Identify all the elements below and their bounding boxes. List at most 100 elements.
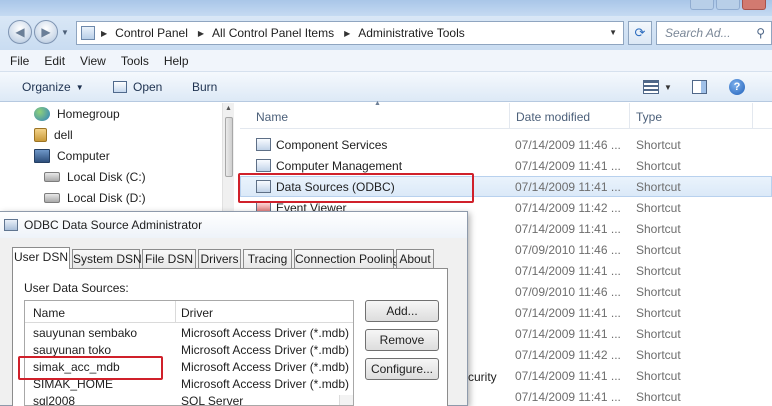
scroll-thumb[interactable]	[225, 117, 233, 177]
file-type: Shortcut	[636, 390, 681, 404]
file-type: Shortcut	[636, 348, 681, 362]
file-date: 07/14/2009 11:42 ...	[515, 201, 621, 215]
menu-bar: File Edit View Tools Help	[0, 50, 772, 72]
help-icon: ?	[729, 79, 745, 95]
dsn-driver: Microsoft Access Driver (*.mdb)	[181, 343, 350, 357]
file-date: 07/09/2010 11:46 ...	[515, 285, 621, 299]
close-button[interactable]	[742, 0, 766, 10]
column-type[interactable]: Type	[636, 110, 662, 124]
help-button[interactable]: ?	[729, 78, 745, 96]
column-divider[interactable]	[629, 103, 630, 129]
breadcrumb-item[interactable]: All Control Panel Items	[212, 26, 334, 40]
nav-item-label: Computer	[57, 149, 110, 163]
dsn-driver: Microsoft Access Driver (*.mdb)	[181, 360, 350, 374]
column-divider[interactable]	[509, 103, 510, 129]
dsn-driver: Microsoft Access Driver (*.mdb)	[181, 377, 350, 391]
forward-arrow-icon: ▶	[41, 25, 51, 39]
forward-button[interactable]: ▶	[34, 20, 58, 44]
file-date: 07/14/2009 11:41 ...	[515, 222, 621, 236]
navigation-scrollbar[interactable]: ▲	[222, 103, 234, 213]
column-name[interactable]: Name	[256, 110, 288, 124]
search-input[interactable]: Search Ad... ⚲	[656, 21, 772, 45]
recent-pages-dropdown-icon[interactable]: ▼	[61, 28, 69, 37]
file-type: Shortcut	[636, 201, 681, 215]
nav-item-local-disk-c[interactable]: Local Disk (C:)	[44, 170, 146, 184]
breadcrumb-item[interactable]: Control Panel	[115, 26, 188, 40]
tab-connection-pooling[interactable]: Connection Pooling	[294, 249, 399, 268]
dsn-row[interactable]: sauyunan sembako Microsoft Access Driver…	[25, 325, 353, 342]
menu-view[interactable]: View	[80, 54, 106, 68]
menu-file[interactable]: File	[10, 54, 29, 68]
column-name[interactable]: Name	[33, 306, 65, 320]
nav-item-homegroup[interactable]: Homegroup	[34, 107, 120, 121]
navigation-pane: Homegroup dell Computer Local Disk (C:) …	[0, 103, 222, 213]
nav-item-computer[interactable]: Computer	[34, 149, 110, 163]
preview-pane-button[interactable]	[692, 78, 707, 96]
file-type: Shortcut	[636, 180, 681, 194]
tab-about[interactable]: About	[396, 249, 434, 268]
disk-icon	[44, 172, 60, 182]
file-date: 07/14/2009 11:41 ...	[515, 159, 621, 173]
preview-pane-icon	[692, 80, 707, 94]
homegroup-icon	[34, 107, 50, 121]
change-view-button[interactable]	[643, 78, 659, 96]
minimize-button[interactable]	[690, 0, 714, 10]
file-date: 07/14/2009 11:41 ...	[515, 306, 621, 320]
column-divider[interactable]	[752, 103, 753, 129]
scroll-up-icon[interactable]: ▲	[225, 105, 232, 112]
address-dropdown-icon[interactable]: ▼	[609, 28, 617, 37]
user-folder-icon	[34, 128, 47, 142]
file-list-header: Name Date modified Type	[240, 103, 772, 129]
address-box[interactable]: ▶ Control Panel ▶ All Control Panel Item…	[76, 21, 624, 45]
file-date: 07/14/2009 11:41 ...	[515, 369, 621, 383]
tab-system-dsn[interactable]: System DSN	[72, 249, 142, 268]
search-icon: ⚲	[756, 26, 765, 40]
dialog-title-bar[interactable]: ODBC Data Source Administrator	[0, 212, 467, 238]
command-bar: Organize ▼ Open Burn ▼ ?	[0, 72, 772, 102]
menu-help[interactable]: Help	[164, 54, 189, 68]
menu-tools[interactable]: Tools	[121, 54, 149, 68]
column-driver[interactable]: Driver	[181, 306, 213, 320]
tab-drivers[interactable]: Drivers	[198, 249, 241, 268]
dsn-listview[interactable]: Name Driver sauyunan sembako Microsoft A…	[24, 300, 354, 406]
view-dropdown-icon[interactable]: ▼	[664, 78, 672, 96]
file-date: 07/14/2009 11:46 ...	[515, 138, 621, 152]
highlight-box	[18, 356, 163, 380]
breadcrumb-item[interactable]: Administrative Tools	[358, 26, 465, 40]
burn-button[interactable]: Burn	[192, 80, 217, 94]
tab-file-dsn[interactable]: File DSN	[142, 249, 196, 268]
file-type: Shortcut	[636, 264, 681, 278]
partial-file-name: curity	[468, 370, 497, 384]
organize-button[interactable]: Organize ▼	[22, 80, 84, 94]
refresh-button[interactable]: ⟳	[628, 21, 652, 45]
highlight-box	[238, 173, 474, 203]
nav-item-label: Local Disk (D:)	[67, 191, 146, 205]
dsn-list-scrollbar[interactable]	[339, 395, 353, 405]
window-title-strip	[0, 0, 772, 16]
file-date: 07/09/2010 11:46 ...	[515, 243, 621, 257]
menu-edit[interactable]: Edit	[44, 54, 65, 68]
back-button[interactable]: ◀	[8, 20, 32, 44]
file-row[interactable]: Component Services 07/14/2009 11:46 ... …	[240, 134, 772, 155]
dsn-name: sql2008	[33, 394, 76, 406]
column-date-modified[interactable]: Date modified	[516, 110, 590, 124]
nav-item-label: Homegroup	[57, 107, 120, 121]
column-divider[interactable]	[175, 301, 176, 323]
add-button[interactable]: Add...	[365, 300, 439, 322]
computer-management-icon	[256, 159, 271, 172]
remove-button[interactable]: Remove	[365, 329, 439, 351]
open-button[interactable]: Open	[113, 80, 162, 94]
dsn-driver: Microsoft Access Driver (*.mdb)	[181, 326, 350, 340]
nav-item-local-disk-d[interactable]: Local Disk (D:)	[44, 191, 146, 205]
dsn-name: sauyunan toko	[33, 343, 112, 357]
nav-item-dell[interactable]: dell	[34, 128, 73, 142]
breadcrumb-separator-icon[interactable]: ▶	[344, 29, 350, 38]
tab-tracing[interactable]: Tracing	[243, 249, 292, 268]
dsn-row[interactable]: sql2008 SQL Server	[25, 393, 353, 406]
breadcrumb-separator-icon[interactable]: ▶	[198, 29, 204, 38]
maximize-button[interactable]	[716, 0, 740, 10]
configure-button[interactable]: Configure...	[365, 358, 439, 380]
dialog-title: ODBC Data Source Administrator	[24, 218, 203, 232]
tab-user-dsn[interactable]: User DSN	[12, 247, 70, 269]
dsn-driver: SQL Server	[181, 394, 244, 406]
